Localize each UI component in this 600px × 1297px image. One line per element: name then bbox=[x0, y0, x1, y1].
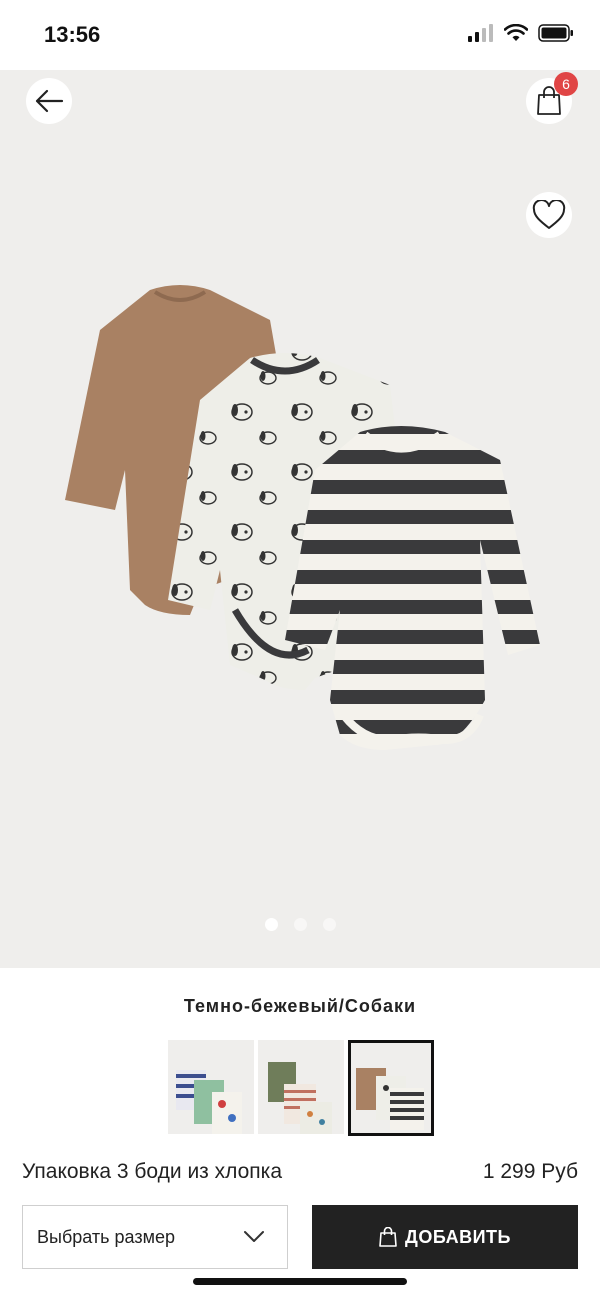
wifi-icon bbox=[504, 24, 528, 41]
bag-count-badge: 6 bbox=[554, 72, 578, 96]
chevron-down-icon bbox=[244, 1231, 264, 1242]
swatch-thumbnail bbox=[268, 1062, 332, 1134]
product-title: Упаковка 3 боди из хлопка bbox=[22, 1160, 283, 1183]
pagination-dot[interactable] bbox=[293, 918, 307, 931]
battery-icon bbox=[538, 24, 573, 42]
arrow-left-icon bbox=[35, 89, 64, 113]
status-icons bbox=[468, 24, 574, 42]
color-swatches bbox=[168, 1040, 434, 1136]
pagination-dot[interactable] bbox=[264, 918, 278, 931]
swatch-stripes-green-cars[interactable] bbox=[168, 1040, 254, 1134]
back-button[interactable] bbox=[26, 78, 72, 124]
pagination-dot[interactable] bbox=[322, 918, 336, 931]
bodysuit-striped bbox=[285, 426, 540, 750]
add-to-bag-button[interactable]: ДОБАВИТЬ bbox=[312, 1205, 578, 1269]
status-time: 13:56 bbox=[44, 22, 101, 47]
image-pagination bbox=[0, 918, 600, 931]
swatch-thumbnail bbox=[356, 1068, 424, 1130]
product-image-gallery[interactable]: 6 bbox=[0, 70, 600, 968]
signal-icon bbox=[468, 24, 493, 42]
color-name: Темно-бежевый/Собаки bbox=[183, 996, 417, 1016]
add-to-bag-label: ДОБАВИТЬ bbox=[405, 1226, 511, 1247]
shopping-bag-button[interactable]: 6 bbox=[526, 72, 578, 124]
swatch-green-stripes-pattern[interactable] bbox=[258, 1040, 344, 1134]
heart-icon bbox=[532, 200, 566, 229]
size-select-label: Выбрать размер bbox=[37, 1226, 175, 1247]
favorite-button[interactable] bbox=[526, 192, 572, 238]
swatch-thumbnail bbox=[176, 1070, 242, 1134]
size-select[interactable]: Выбрать размер bbox=[22, 1205, 288, 1269]
status-bar: 13:56 bbox=[0, 0, 600, 70]
shopping-bag-icon bbox=[379, 1227, 397, 1247]
home-indicator[interactable] bbox=[193, 1278, 407, 1285]
product-image bbox=[65, 285, 540, 750]
product-price: 1 299 Руб bbox=[482, 1160, 578, 1183]
swatch-beige-dogs-stripes[interactable] bbox=[348, 1040, 434, 1136]
product-title-row: Упаковка 3 боди из хлопка 1 299 Руб bbox=[22, 1160, 578, 1184]
